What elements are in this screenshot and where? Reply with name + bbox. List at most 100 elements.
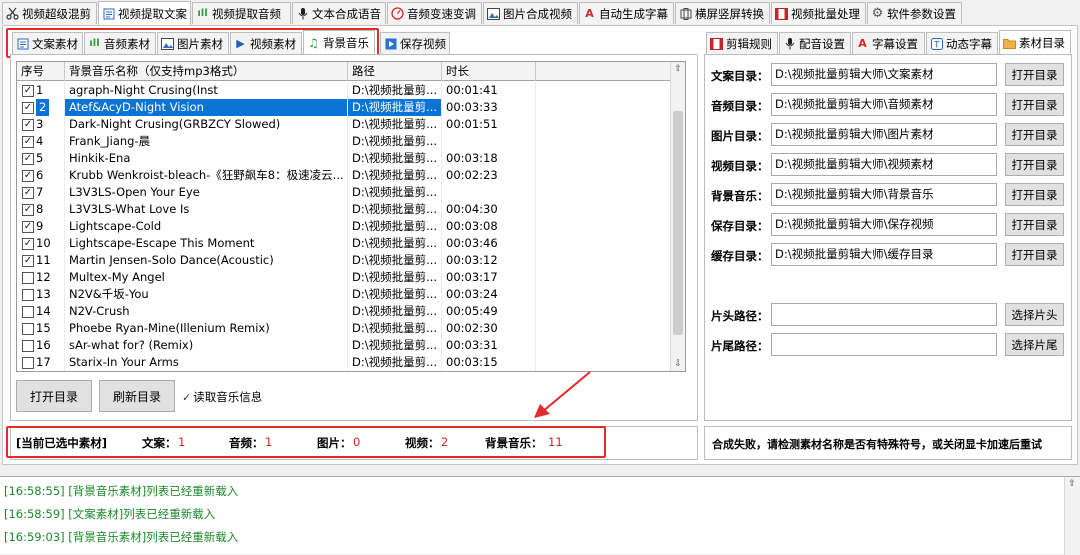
row-checkbox[interactable] xyxy=(22,322,34,335)
row-index: 12 xyxy=(36,270,51,284)
table-row[interactable]: ✓ 2 Atef&AcyD-Night Vision D:\视频批量剪... 00:03… xyxy=(17,99,672,116)
scroll-up-icon[interactable]: ⇧ xyxy=(671,62,685,76)
row-checkbox[interactable]: ✓ xyxy=(22,254,34,267)
row-index-cell: 17 xyxy=(17,354,65,371)
row-checkbox[interactable]: ✓ xyxy=(22,169,34,182)
row-index-cell: 13 xyxy=(17,286,65,303)
tab-orientation-convert[interactable]: 横屏竖屏转换 xyxy=(675,2,770,24)
table-row[interactable]: ✓ 8 L3V3LS-What Love Is D:\视频批量剪... 00:04:30 xyxy=(17,201,672,218)
directory-path-field[interactable]: D:\视频批量剪辑大师\视频素材 xyxy=(771,153,997,176)
tab-edit-rules[interactable]: 剪辑规则 xyxy=(706,32,778,54)
table-row[interactable]: 12 Multex-My Angel D:\视频批量剪... 00:03:17 xyxy=(17,269,672,286)
open-directory-button[interactable]: 打开目录 xyxy=(1005,153,1064,176)
clip-path-label: 片头路径： xyxy=(711,309,769,323)
select-clip-button[interactable]: 选择片尾 xyxy=(1005,333,1064,356)
directory-label: 音频目录： xyxy=(711,99,769,113)
open-directory-button[interactable]: 打开目录 xyxy=(1005,183,1064,206)
scroll-up-icon[interactable]: ⇧ xyxy=(1065,477,1079,491)
open-directory-button[interactable]: 打开目录 xyxy=(1005,63,1064,86)
row-checkbox[interactable]: ✓ xyxy=(22,152,34,165)
directory-path-field[interactable]: D:\视频批量剪辑大师\缓存目录 xyxy=(771,243,997,266)
tab-batch-process[interactable]: 视频批量处理 xyxy=(771,2,866,24)
open-directory-button[interactable]: 打开目录 xyxy=(1005,123,1064,146)
tab-dynamic-subtitle[interactable]: T 动态字幕 xyxy=(926,32,998,54)
tab-extract-text[interactable]: 视频提取文案 xyxy=(98,1,191,26)
row-checkbox[interactable]: ✓ xyxy=(22,203,34,216)
tab-image-to-video[interactable]: 图片合成视频 xyxy=(483,2,578,24)
directory-path-field[interactable]: D:\视频批量剪辑大师\音频素材 xyxy=(771,93,997,116)
tab-text-to-speech[interactable]: 文本合成语音 xyxy=(292,2,386,24)
text-box-icon: T xyxy=(930,37,943,50)
table-row[interactable]: ✓ 11 Martin Jensen-Solo Dance(Acoustic) D:\… xyxy=(17,252,672,269)
select-clip-button[interactable]: 选择片头 xyxy=(1005,303,1064,326)
table-row[interactable]: ✓ 10 Lightscape-Escape This Moment D:\视频批量剪… xyxy=(17,235,672,252)
row-index-cell: ✓ 9 xyxy=(17,218,65,235)
table-row[interactable]: 15 Phoebe Ryan-Mine(Illenium Remix) D:\视频批… xyxy=(17,320,672,337)
column-header-index[interactable]: 序号 xyxy=(17,62,65,81)
directory-path-field[interactable]: D:\视频批量剪辑大师\文案素材 xyxy=(771,63,997,86)
tab-voice-settings[interactable]: 配音设置 xyxy=(779,32,851,54)
table-row[interactable]: ✓ 4 Frank_Jiang-晨 D:\视频批量剪... xyxy=(17,133,672,150)
path-cell: D:\视频批量剪... xyxy=(348,320,442,337)
path-cell: D:\视频批量剪... xyxy=(348,269,442,286)
row-checkbox[interactable]: ✓ xyxy=(22,186,34,199)
row-index-cell: ✓ 6 xyxy=(17,167,65,184)
table-row[interactable]: ✓ 5 Hinkik-Ena D:\视频批量剪... 00:03:18 xyxy=(17,150,672,167)
tab-label: 音频变速变调 xyxy=(407,6,476,21)
empty-cell xyxy=(536,82,672,99)
log-scrollbar[interactable]: ⇧ xyxy=(1064,477,1080,555)
tab-material-directory[interactable]: 素材目录 xyxy=(999,30,1071,55)
path-cell: D:\视频批量剪... xyxy=(348,99,442,116)
table-row[interactable]: ✓ 9 Lightscape-Cold D:\视频批量剪... 00:03:08 xyxy=(17,218,672,235)
open-directory-button[interactable]: 打开目录 xyxy=(1005,243,1064,266)
table-row[interactable]: 16 sAr-what for? (Remix) D:\视频批量剪... 00:03:… xyxy=(17,337,672,354)
tab-label: 软件参数设置 xyxy=(887,6,956,21)
directory-path-field[interactable]: D:\视频批量剪辑大师\图片素材 xyxy=(771,123,997,146)
row-checkbox[interactable]: ✓ xyxy=(22,220,34,233)
clip-path-field[interactable] xyxy=(771,303,997,326)
row-checkbox[interactable] xyxy=(22,271,34,284)
row-checkbox[interactable]: ✓ xyxy=(22,118,34,131)
scrollbar-thumb[interactable] xyxy=(673,111,683,335)
tab-software-settings[interactable]: ⚙ 软件参数设置 xyxy=(867,2,962,24)
scroll-down-icon[interactable]: ⇩ xyxy=(671,357,685,371)
table-scrollbar[interactable]: ⇧ ⇩ xyxy=(670,62,685,371)
row-checkbox[interactable]: ✓ xyxy=(22,84,34,97)
table-row[interactable]: 13 N2V&千坂-You D:\视频批量剪... 00:03:24 xyxy=(17,286,672,303)
tab-subtitle-settings[interactable]: A 字幕设置 xyxy=(852,32,925,54)
tab-audio-speed[interactable]: 音频变速变调 xyxy=(387,2,482,24)
tab-extract-audio[interactable]: ıll 视频提取音频 xyxy=(192,2,291,24)
row-checkbox[interactable] xyxy=(22,288,34,301)
music-table: 序号 背景音乐名称（仅支持mp3格式） 路径 时长 ✓ 1 agraph-Night… xyxy=(16,61,686,372)
tab-label: 视频批量处理 xyxy=(791,6,860,21)
refresh-directory-button[interactable]: 刷新目录 xyxy=(99,380,175,412)
tab-auto-subtitle[interactable]: A 自动生成字幕 xyxy=(579,2,674,24)
duration-cell: 00:03:08 xyxy=(442,218,536,235)
row-checkbox[interactable] xyxy=(22,305,34,318)
tab-save-video[interactable]: 保存视频 xyxy=(380,32,450,54)
directory-path-field[interactable]: D:\视频批量剪辑大师\背景音乐 xyxy=(771,183,997,206)
open-directory-button[interactable]: 打开目录 xyxy=(16,380,92,412)
row-checkbox[interactable]: ✓ xyxy=(22,135,34,148)
directory-path-field[interactable]: D:\视频批量剪辑大师\保存视频 xyxy=(771,213,997,236)
microphone-icon xyxy=(296,7,309,20)
table-row[interactable]: 14 N2V-Crush D:\视频批量剪... 00:05:49 xyxy=(17,303,672,320)
read-music-info-checkbox[interactable]: ✓ 读取音乐信息 xyxy=(182,389,262,405)
tab-video-mix[interactable]: 视频超级混剪 xyxy=(2,2,97,24)
subtitle-icon: A xyxy=(585,7,594,20)
row-checkbox[interactable] xyxy=(22,356,34,369)
table-row[interactable]: ✓ 1 agraph-Night Crusing(Inst D:\视频批量剪... 00… xyxy=(17,82,672,99)
row-checkbox[interactable]: ✓ xyxy=(22,237,34,250)
open-directory-button[interactable]: 打开目录 xyxy=(1005,93,1064,116)
open-directory-button[interactable]: 打开目录 xyxy=(1005,213,1064,236)
row-checkbox[interactable] xyxy=(22,339,34,352)
directory-label: 背景音乐： xyxy=(711,189,769,203)
table-row[interactable]: ✓ 6 Krubb Wenkroist-bleach-《狂野飙车8：极速凌云... D… xyxy=(17,167,672,184)
table-row[interactable]: ✓ 3 Dark-Night Crusing(GRBZCY Slowed) D:\视频… xyxy=(17,116,672,133)
clip-path-field[interactable] xyxy=(771,333,997,356)
row-checkbox[interactable]: ✓ xyxy=(22,101,34,114)
column-header-name[interactable]: 背景音乐名称（仅支持mp3格式） xyxy=(65,62,348,81)
table-row[interactable]: ✓ 7 L3V3LS-Open Your Eye D:\视频批量剪... xyxy=(17,184,672,201)
column-header-duration[interactable]: 时长 xyxy=(442,62,536,81)
column-header-path[interactable]: 路径 xyxy=(348,62,442,81)
